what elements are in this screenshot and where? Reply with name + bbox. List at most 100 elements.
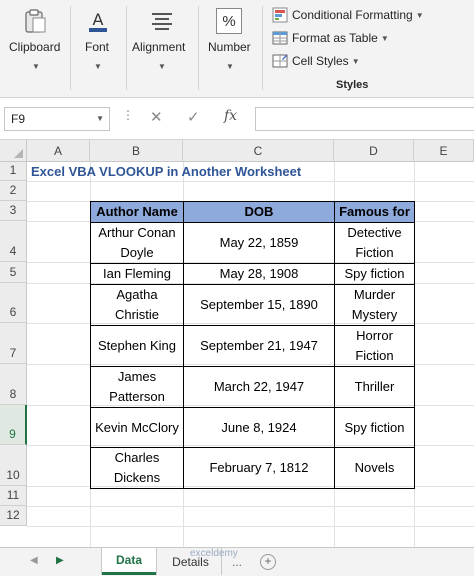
number-label: Number [208, 40, 251, 54]
ribbon-divider [262, 6, 263, 90]
next-sheet-icon[interactable]: ▶ [56, 555, 64, 566]
chevron-down-icon: ▼ [415, 10, 424, 20]
chevron-down-icon: ▼ [32, 62, 40, 71]
gridline [27, 526, 474, 527]
cell-author[interactable]: James Patterson [90, 366, 184, 408]
column-header-d[interactable]: D [334, 140, 414, 162]
conditional-formatting-label: Conditional Formatting [292, 8, 413, 22]
cell-author[interactable]: Charles Dickens [90, 447, 184, 489]
header-famous-for[interactable]: Famous for [334, 201, 415, 223]
cell-famous[interactable]: Spy fiction [334, 263, 415, 285]
name-box[interactable]: F9 ▼ [4, 107, 110, 131]
row-header-8[interactable]: 8 [0, 364, 27, 405]
add-sheet-icon[interactable]: + [260, 554, 276, 570]
format-as-table-button[interactable]: Format as Table ▼ [272, 28, 389, 48]
insert-function-icon[interactable]: fx [224, 108, 237, 124]
cell-dob[interactable]: May 28, 1908 [183, 263, 335, 285]
sheet-title[interactable]: Excel VBA VLOOKUP in Another Worksheet [31, 164, 301, 179]
font-color-icon: A [89, 10, 107, 32]
clipboard-group[interactable]: Clipboard ▼ [0, 0, 70, 98]
enter-icon[interactable]: ✓ [187, 108, 200, 126]
chevron-down-icon: ▼ [158, 62, 166, 71]
row-header-10[interactable]: 10 [0, 445, 27, 486]
cell-author[interactable]: Agatha Christie [90, 284, 184, 326]
cell-author[interactable]: Ian Fleming [90, 263, 184, 285]
header-author-name[interactable]: Author Name [90, 201, 184, 223]
cell-famous[interactable]: Spy fiction [334, 407, 415, 448]
watermark-logo: exceldemy [190, 548, 238, 559]
cell-dob[interactable]: September 15, 1890 [183, 284, 335, 326]
clipboard-label: Clipboard [9, 40, 61, 54]
cell-styles-label: Cell Styles [292, 54, 349, 68]
format-as-table-label: Format as Table [292, 31, 378, 45]
cell-dob[interactable]: February 7, 1812 [183, 447, 335, 489]
column-header-b[interactable]: B [90, 140, 183, 162]
row-header-5[interactable]: 5 [0, 262, 27, 283]
gridline [27, 506, 474, 507]
formula-input[interactable] [255, 107, 474, 131]
cell-author[interactable]: Kevin McClory [90, 407, 184, 448]
align-icon [152, 13, 172, 30]
cell-dob[interactable]: September 21, 1947 [183, 325, 335, 367]
row-header-12[interactable]: 12 [0, 506, 27, 526]
row-header-2[interactable]: 2 [0, 181, 27, 201]
formula-bar: F9 ▼ ⋮ ✕ ✓ fx [0, 98, 474, 140]
chevron-down-icon: ▼ [380, 33, 389, 43]
row-header-1[interactable]: 1 [0, 162, 27, 181]
cell-author[interactable]: Arthur Conan Doyle [90, 222, 184, 264]
cell-famous[interactable]: Thriller [334, 366, 415, 408]
table-row: Kevin McClory June 8, 1924 Spy fiction [90, 407, 415, 448]
select-all-button[interactable] [0, 140, 27, 162]
row-header-7[interactable]: 7 [0, 323, 27, 364]
chevron-down-icon[interactable]: ▼ [96, 114, 104, 123]
format-table-icon [272, 31, 288, 45]
alignment-group[interactable]: Alignment ▼ [126, 0, 198, 98]
gridline [27, 181, 474, 182]
cell-styles-button[interactable]: Cell Styles ▼ [272, 51, 360, 71]
cell-famous[interactable]: Horror Fiction [334, 325, 415, 367]
number-group[interactable]: % Number ▼ [198, 0, 260, 98]
percent-icon: % [216, 8, 242, 34]
table-row: James Patterson March 22, 1947 Thriller [90, 366, 415, 408]
row-header-11[interactable]: 11 [0, 486, 27, 506]
formula-bar-grip-icon[interactable]: ⋮ [122, 108, 134, 122]
author-table[interactable]: Author Name DOB Famous for Arthur Conan … [90, 201, 415, 489]
cell-author[interactable]: Stephen King [90, 325, 184, 367]
row-header-3[interactable]: 3 [0, 201, 27, 221]
column-header-c[interactable]: C [183, 140, 334, 162]
row-header-9[interactable]: 9 [0, 405, 27, 445]
cell-styles-icon [272, 54, 288, 68]
cell-famous[interactable]: Detective Fiction [334, 222, 415, 264]
cell-famous[interactable]: Murder Mystery [334, 284, 415, 326]
chevron-down-icon: ▼ [94, 62, 102, 71]
font-group[interactable]: A Font ▼ [70, 0, 126, 98]
column-header-e[interactable]: E [414, 140, 474, 162]
conditional-formatting-button[interactable]: Conditional Formatting ▼ [272, 5, 424, 25]
sheet-tab-data[interactable]: Data [102, 548, 156, 575]
cell-dob[interactable]: June 8, 1924 [183, 407, 335, 448]
ribbon: Clipboard ▼ A Font ▼ Alignment ▼ % Numbe… [0, 0, 474, 98]
cell-dob[interactable]: March 22, 1947 [183, 366, 335, 408]
table-header-row: Author Name DOB Famous for [90, 201, 415, 223]
clipboard-icon [25, 9, 46, 33]
table-row: Stephen King September 21, 1947 Horror F… [90, 325, 415, 367]
previous-sheet-icon[interactable]: ◀ [30, 555, 38, 566]
conditional-formatting-icon [272, 7, 288, 23]
cell-famous[interactable]: Novels [334, 447, 415, 489]
cell-dob[interactable]: May 22, 1859 [183, 222, 335, 264]
name-box-value: F9 [11, 112, 26, 126]
row-header-4[interactable]: 4 [0, 221, 27, 262]
alignment-label: Alignment [132, 40, 186, 54]
cancel-icon[interactable]: ✕ [150, 108, 163, 126]
table-row: Arthur Conan Doyle May 22, 1859 Detectiv… [90, 222, 415, 264]
header-dob[interactable]: DOB [183, 201, 335, 223]
styles-group-label: Styles [336, 79, 369, 91]
svg-text:A: A [93, 10, 104, 29]
row-header-6[interactable]: 6 [0, 283, 27, 323]
chevron-down-icon: ▼ [226, 62, 234, 71]
column-header-a[interactable]: A [27, 140, 90, 162]
table-row: Agatha Christie September 15, 1890 Murde… [90, 284, 415, 326]
table-row: Ian Fleming May 28, 1908 Spy fiction [90, 263, 415, 285]
worksheet-grid[interactable]: A B C D E 1 2 3 4 5 6 7 8 9 10 11 12 Exc… [0, 140, 474, 547]
table-row: Charles Dickens February 7, 1812 Novels [90, 447, 415, 489]
